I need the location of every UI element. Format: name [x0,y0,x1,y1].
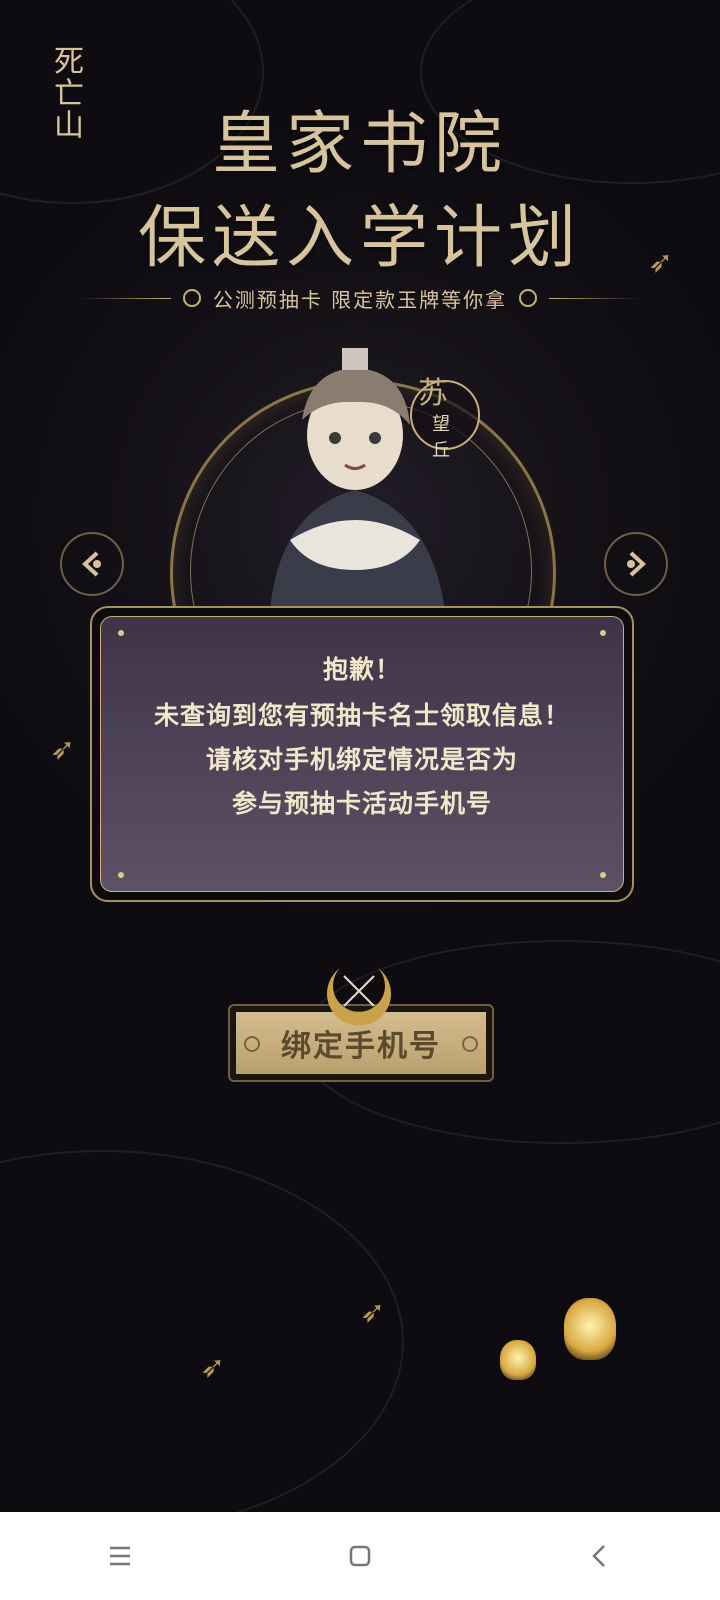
dialog-line-1: 抱歉！ [322,655,401,684]
button-ornament-icon [462,1036,478,1052]
button-ornament-icon [244,1036,260,1052]
subtitle: 公测预抽卡 限定款玉牌等你拿 [212,287,508,312]
dialog-corner-dot [600,872,606,878]
notice-dialog: 抱歉！ 未查询到您有预抽卡名士领取信息！ 请核对手机绑定情况是否为 参与预抽卡活… [90,606,634,902]
bird-decoration: ➶ [360,1295,386,1330]
system-nav-bar [0,1512,720,1600]
lantern-decoration [500,1340,536,1380]
moon-ornament-icon [519,289,538,307]
home-button[interactable] [320,1526,400,1586]
page-title-line2: 保送入学计划 [137,199,582,278]
decor-swirl [0,1150,404,1512]
back-icon [592,1545,605,1567]
divider-line [80,297,171,299]
character-name-char: 苏 [418,376,448,411]
menu-icon [110,1546,130,1566]
home-icon [349,1545,371,1567]
dialog-line-4: 参与预抽卡活动手机号 [231,789,492,818]
close-dialog-button[interactable] [320,954,398,1032]
bird-decoration: ➶ [50,732,76,767]
lantern-decoration [564,1298,616,1360]
chevron-left-ornate-icon [82,551,101,577]
chevron-right-ornate-icon [627,551,646,577]
dialog-corner-dot [118,872,124,878]
dialog-line-3: 请核对手机绑定情况是否为 [205,745,518,774]
character-name-char: 丘 [432,440,450,461]
dialog-corner-dot [118,630,124,636]
close-icon [327,968,391,1026]
character-name-char: 望 [432,414,450,435]
page-title-line1: 皇家书院 [211,105,508,184]
prev-character-button[interactable] [60,532,124,596]
subtitle-row: 公测预抽卡 限定款玉牌等你拿 [80,283,641,313]
dialog-corner-dot [600,630,606,636]
divider-line [549,297,641,299]
bird-decoration: ➶ [200,1350,226,1385]
sun-ornament-icon [182,289,201,307]
bird-decoration: ➶ [648,245,674,280]
landing-page: 死亡山 皇家书院 保送入学计划 公测预抽卡 限定款玉牌等你拿 苏 望 丘 抱歉！… [0,0,720,1512]
dialog-line-2: 未查询到您有预抽卡名士领取信息！ [153,701,570,730]
next-character-button[interactable] [604,532,668,596]
back-button[interactable] [560,1526,640,1586]
recent-apps-button[interactable] [80,1526,160,1586]
